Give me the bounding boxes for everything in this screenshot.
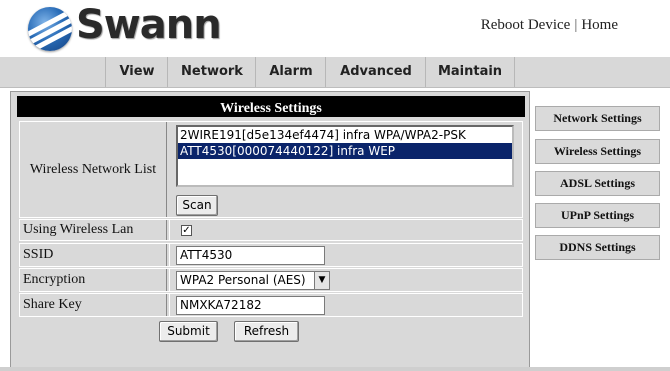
share-key-label: Share Key: [20, 294, 170, 316]
brand-name: Swann: [76, 2, 222, 48]
nav-advanced[interactable]: Advanced: [325, 57, 426, 87]
bottom-divider: [0, 367, 670, 371]
network-option-selected[interactable]: ATT4530[000074440122] infra WEP: [178, 143, 512, 159]
encryption-row: Encryption WPA2 Personal (AES) ▼: [19, 268, 523, 292]
sidebar-item-upnp-settings[interactable]: UPnP Settings: [535, 203, 660, 228]
chevron-down-icon[interactable]: ▼: [314, 272, 329, 289]
swann-logo-icon: [28, 7, 72, 51]
top-links: Reboot Device | Home: [481, 17, 618, 34]
wireless-network-list[interactable]: 2WIRE191[d5e134ef4474] infra WPA/WPA2-PS…: [176, 125, 514, 187]
ssid-input[interactable]: ATT4530: [176, 246, 325, 265]
ssid-row: SSID ATT4530: [19, 243, 523, 267]
nav-alarm[interactable]: Alarm: [255, 57, 326, 87]
main-nav: View Network Alarm Advanced Maintain: [0, 57, 670, 88]
ssid-label: SSID: [20, 244, 170, 266]
share-key-row: Share Key NMXKA72182: [19, 293, 523, 317]
link-separator: |: [574, 17, 578, 33]
nav-view[interactable]: View: [105, 57, 168, 87]
wireless-settings-panel: Wireless Settings Wireless Network List …: [10, 91, 530, 368]
network-list-row: Wireless Network List 2WIRE191[d5e134ef4…: [19, 121, 523, 218]
sidebar-item-adsl-settings[interactable]: ADSL Settings: [535, 171, 660, 196]
settings-sidebar: Network Settings Wireless Settings ADSL …: [533, 97, 662, 367]
network-list-cell: 2WIRE191[d5e134ef4474] infra WPA/WPA2-PS…: [166, 122, 522, 217]
using-wlan-label: Using Wireless Lan: [20, 220, 170, 240]
network-list-label: Wireless Network List: [20, 122, 167, 217]
using-wlan-row: Using Wireless Lan ✓: [19, 219, 523, 241]
ssid-cell: ATT4530: [166, 244, 522, 266]
nav-maintain[interactable]: Maintain: [425, 57, 515, 87]
sidebar-item-network-settings[interactable]: Network Settings: [535, 106, 660, 131]
refresh-button[interactable]: Refresh: [234, 321, 299, 342]
swann-logo: Swann: [28, 2, 222, 54]
encryption-label: Encryption: [20, 269, 170, 291]
using-wlan-cell: ✓: [166, 220, 522, 240]
share-key-cell: NMXKA72182: [166, 294, 522, 316]
sidebar-item-ddns-settings[interactable]: DDNS Settings: [535, 235, 660, 260]
encryption-value: WPA2 Personal (AES): [180, 273, 306, 287]
sidebar-item-wireless-settings[interactable]: Wireless Settings: [535, 139, 660, 164]
share-key-input[interactable]: NMXKA72182: [176, 296, 325, 315]
nav-network[interactable]: Network: [167, 57, 256, 87]
home-link[interactable]: Home: [581, 17, 618, 33]
submit-button[interactable]: Submit: [159, 321, 218, 342]
encryption-cell: WPA2 Personal (AES) ▼: [166, 269, 522, 291]
scan-button[interactable]: Scan: [176, 195, 218, 216]
network-option[interactable]: 2WIRE191[d5e134ef4474] infra WPA/WPA2-PS…: [178, 127, 512, 143]
using-wlan-checkbox[interactable]: ✓: [181, 225, 192, 236]
panel-title: Wireless Settings: [17, 100, 525, 117]
header: Swann Reboot Device | Home: [0, 0, 670, 58]
reboot-device-link[interactable]: Reboot Device: [481, 17, 571, 33]
encryption-select[interactable]: WPA2 Personal (AES) ▼: [176, 271, 330, 290]
